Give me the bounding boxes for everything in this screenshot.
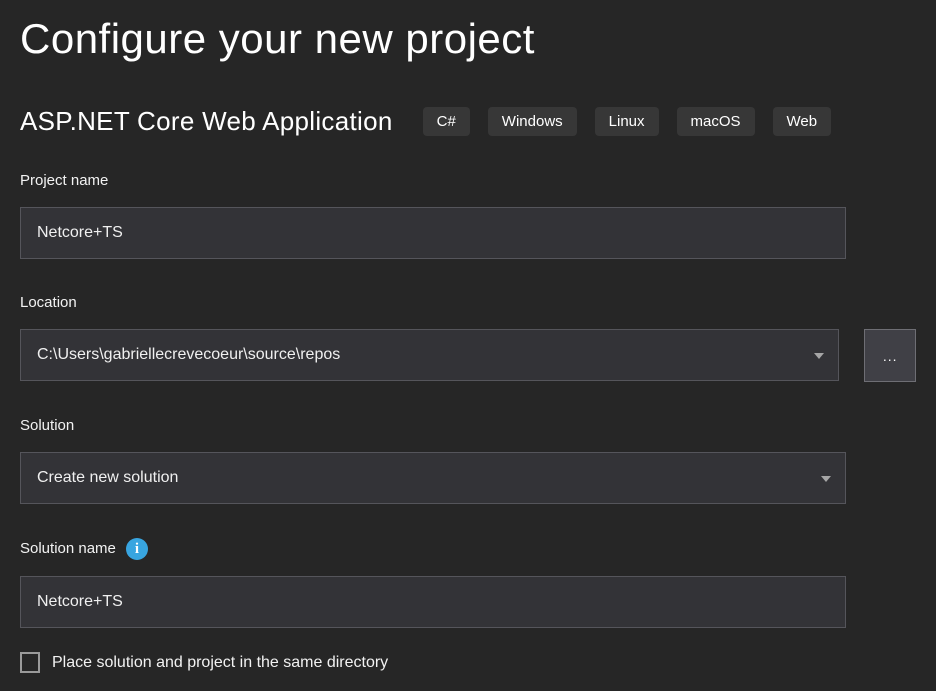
tag-windows: Windows: [488, 107, 577, 136]
tag-linux: Linux: [595, 107, 659, 136]
solution-dropdown-value: Create new solution: [37, 469, 178, 487]
same-directory-checkbox[interactable]: [20, 652, 40, 673]
template-tags: C# Windows Linux macOS Web: [423, 107, 832, 136]
template-name: ASP.NET Core Web Application: [20, 106, 393, 137]
info-icon[interactable]: i: [126, 538, 148, 560]
tag-web: Web: [773, 107, 832, 136]
location-combobox[interactable]: [20, 329, 839, 381]
chevron-down-icon[interactable]: [821, 476, 831, 482]
page-title: Configure your new project: [20, 10, 916, 68]
location-label: Location: [20, 293, 916, 313]
solution-name-label: Solution name: [20, 539, 116, 559]
solution-name-input[interactable]: [20, 576, 846, 628]
project-name-label: Project name: [20, 171, 916, 191]
browse-location-button[interactable]: ...: [864, 329, 916, 382]
project-name-input[interactable]: [20, 207, 846, 259]
configure-project-dialog: Configure your new project ASP.NET Core …: [0, 10, 936, 673]
tag-macos: macOS: [677, 107, 755, 136]
same-directory-row: Place solution and project in the same d…: [20, 652, 916, 673]
solution-dropdown[interactable]: Create new solution: [20, 452, 846, 504]
tag-csharp: C#: [423, 107, 470, 136]
location-row: ...: [20, 313, 916, 382]
template-info-row: ASP.NET Core Web Application C# Windows …: [20, 106, 916, 137]
solution-name-label-row: Solution name i: [20, 538, 916, 560]
solution-label: Solution: [20, 416, 916, 436]
same-directory-label: Place solution and project in the same d…: [52, 654, 388, 672]
location-input[interactable]: [37, 346, 822, 364]
chevron-down-icon[interactable]: [814, 353, 824, 359]
